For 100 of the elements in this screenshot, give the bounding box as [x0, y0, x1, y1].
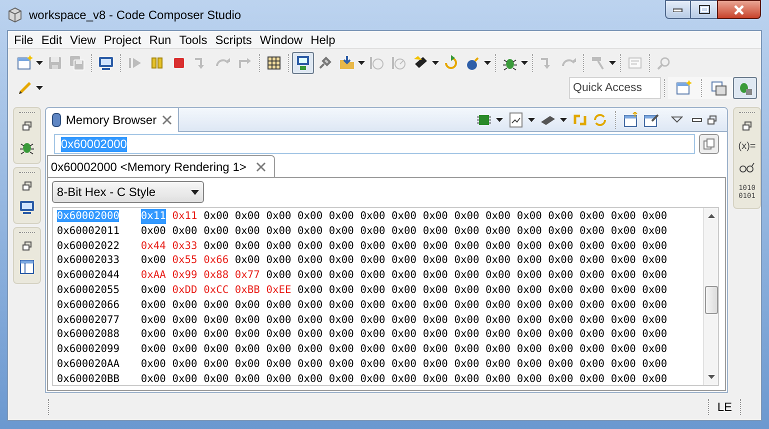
- byte-cell[interactable]: 0x00: [642, 356, 668, 372]
- menu-item[interactable]: Tools: [175, 30, 212, 48]
- byte-cell[interactable]: 0x00: [392, 268, 417, 283]
- variables-icon[interactable]: (x)=: [738, 139, 756, 154]
- byte-cell[interactable]: 0x00: [516, 356, 542, 372]
- byte-cell[interactable]: 0x00: [298, 356, 323, 372]
- byte-cell[interactable]: 0x00: [298, 282, 323, 298]
- byte-cell[interactable]: 0x00: [392, 282, 417, 298]
- byte-cell[interactable]: 0x44: [140, 238, 166, 254]
- byte-cell[interactable]: 0x00: [298, 253, 323, 268]
- byte-cell[interactable]: 0x00: [486, 209, 511, 224]
- byte-cell[interactable]: 0x00: [548, 238, 574, 254]
- byte-cell[interactable]: 0x00: [172, 342, 198, 357]
- address-cell[interactable]: 0x600020BB: [56, 372, 141, 387]
- byte-cell[interactable]: 0x00: [234, 356, 260, 372]
- byte-cell[interactable]: 0x00: [610, 224, 636, 239]
- byte-cell[interactable]: 0x00: [298, 327, 323, 342]
- byte-cell[interactable]: 0x66: [204, 253, 229, 268]
- byte-cell[interactable]: 0x00: [422, 282, 448, 298]
- byte-cell[interactable]: 0x00: [204, 356, 229, 372]
- byte-cell[interactable]: 0x00: [516, 327, 542, 342]
- byte-cell[interactable]: 0x00: [328, 282, 354, 298]
- byte-cell[interactable]: 0x00: [516, 253, 542, 268]
- byte-cell[interactable]: 0x99: [172, 268, 198, 283]
- byte-cell[interactable]: 0x00: [172, 298, 198, 313]
- byte-cell[interactable]: 0x00: [548, 312, 574, 328]
- restore-icon[interactable]: [707, 114, 717, 124]
- byte-cell[interactable]: 0x00: [610, 327, 636, 342]
- byte-cell[interactable]: 0x00: [298, 268, 323, 283]
- address-cell[interactable]: 0x60002022: [56, 238, 141, 254]
- byte-cell[interactable]: 0x00: [392, 372, 417, 387]
- byte-cell[interactable]: 0xEE: [266, 282, 292, 298]
- byte-cell[interactable]: 0x00: [172, 327, 198, 342]
- byte-cell[interactable]: 0x00: [516, 312, 542, 328]
- byte-cell[interactable]: 0x00: [454, 238, 480, 254]
- byte-cell[interactable]: 0x00: [486, 282, 511, 298]
- byte-cell[interactable]: 0x00: [392, 209, 417, 224]
- byte-cell[interactable]: 0x00: [548, 356, 574, 372]
- byte-cell[interactable]: 0x00: [204, 238, 229, 254]
- byte-cell[interactable]: 0x00: [328, 372, 354, 387]
- byte-cell[interactable]: 0x33: [172, 238, 198, 254]
- byte-cell[interactable]: 0x00: [422, 372, 448, 387]
- byte-cell[interactable]: 0x00: [422, 268, 448, 283]
- byte-cell[interactable]: 0x00: [548, 327, 574, 342]
- close-button[interactable]: [717, 0, 761, 19]
- byte-cell[interactable]: 0x00: [392, 298, 417, 313]
- byte-cell[interactable]: 0x00: [454, 209, 480, 224]
- byte-cell[interactable]: 0x00: [328, 342, 354, 357]
- byte-cell[interactable]: 0x00: [360, 268, 386, 283]
- byte-cell[interactable]: 0x00: [642, 238, 668, 254]
- byte-cell[interactable]: 0x00: [328, 268, 354, 283]
- byte-cell[interactable]: 0x00: [360, 312, 386, 328]
- byte-cell[interactable]: 0xCC: [204, 282, 229, 298]
- menu-item[interactable]: Project: [100, 30, 146, 48]
- byte-cell[interactable]: 0x00: [610, 238, 636, 254]
- menu-item[interactable]: View: [66, 30, 100, 48]
- byte-cell[interactable]: 0x00: [422, 238, 448, 254]
- byte-cell[interactable]: 0x00: [580, 282, 605, 298]
- byte-cell[interactable]: 0x00: [328, 209, 354, 224]
- byte-cell[interactable]: 0x00: [298, 298, 323, 313]
- toolbar-button[interactable]: [292, 52, 314, 74]
- byte-cell[interactable]: 0x00: [454, 268, 480, 283]
- byte-cell[interactable]: 0x00: [548, 372, 574, 387]
- byte-cell[interactable]: 0x00: [610, 298, 636, 313]
- format-dropdown[interactable]: 8-Bit Hex - C Style: [52, 181, 204, 203]
- byte-cell[interactable]: 0x00: [298, 238, 323, 254]
- byte-cell[interactable]: 0x00: [298, 372, 323, 387]
- scrollbar[interactable]: [703, 208, 718, 385]
- address-cell[interactable]: 0x60002055: [56, 282, 141, 298]
- byte-cell[interactable]: 0x00: [392, 356, 417, 372]
- byte-cell[interactable]: 0x00: [454, 327, 480, 342]
- edit-window-icon[interactable]: [643, 112, 659, 128]
- byte-cell[interactable]: 0x00: [642, 312, 668, 328]
- menu-item[interactable]: File: [10, 30, 38, 48]
- byte-cell[interactable]: 0x00: [422, 312, 448, 328]
- byte-cell[interactable]: 0x00: [234, 209, 260, 224]
- byte-cell[interactable]: 0x00: [266, 312, 292, 328]
- view-menu-icon[interactable]: [671, 114, 683, 124]
- document-chart-icon[interactable]: [508, 112, 524, 128]
- byte-cell[interactable]: 0x00: [610, 372, 636, 387]
- byte-cell[interactable]: 0x00: [328, 253, 354, 268]
- menu-item[interactable]: Help: [306, 30, 340, 48]
- menu-item[interactable]: Edit: [37, 30, 66, 48]
- byte-cell[interactable]: 0x00: [516, 342, 542, 357]
- byte-cell[interactable]: 0x00: [140, 253, 166, 268]
- byte-cell[interactable]: 0x00: [360, 327, 386, 342]
- byte-cell[interactable]: 0x00: [392, 342, 417, 357]
- byte-cell[interactable]: 0x00: [642, 224, 668, 239]
- byte-cell[interactable]: 0x00: [642, 327, 668, 342]
- byte-cell[interactable]: 0x00: [454, 342, 480, 357]
- byte-cell[interactable]: 0x00: [266, 209, 292, 224]
- byte-cell[interactable]: 0x00: [486, 268, 511, 283]
- byte-cell[interactable]: 0x00: [234, 372, 260, 387]
- byte-cell[interactable]: 0x00: [204, 312, 229, 328]
- byte-cell[interactable]: 0x00: [140, 312, 166, 328]
- byte-cell[interactable]: 0x00: [360, 253, 386, 268]
- byte-cell[interactable]: 0x00: [422, 209, 448, 224]
- byte-cell[interactable]: 0x00: [140, 342, 166, 357]
- byte-cell[interactable]: 0x00: [392, 312, 417, 328]
- go-button[interactable]: [699, 134, 719, 154]
